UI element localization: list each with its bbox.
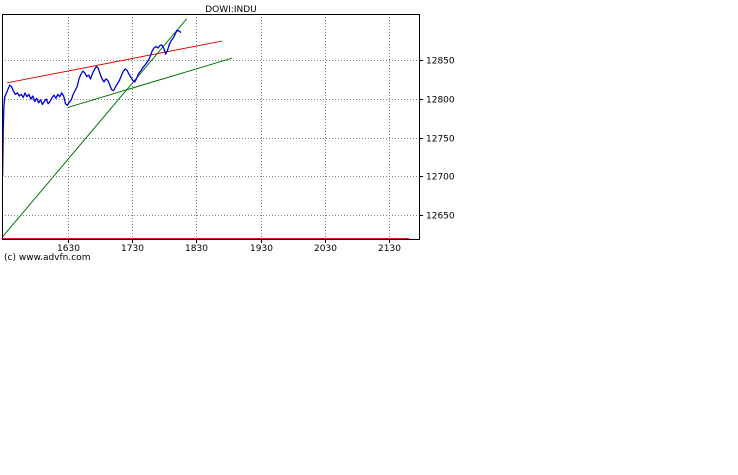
trend-line [7, 40, 223, 84]
trend-line [2, 18, 188, 238]
grid [2, 14, 419, 239]
y-tick-label: 12650 [426, 212, 455, 222]
copyright-notice: (c) www.advfn.com [4, 253, 91, 263]
axis-ticks: 1630 1730 1830 1930 2030 21301265012700127501… [57, 57, 455, 255]
series-line [1, 29, 182, 177]
x-tick-label: 1730 [121, 244, 144, 254]
x-tick-label: 1830 [185, 244, 208, 254]
chart: 1630 1730 1830 1930 2030 21301265012700127501… [1, 5, 455, 255]
price-series [1, 29, 182, 177]
chart-title: DOWI:INDU [205, 5, 257, 15]
y-tick-label: 12700 [426, 173, 455, 183]
x-tick-label: 1930 [250, 244, 273, 254]
x-tick-label: 2130 [378, 244, 401, 254]
trend-lines [2, 18, 410, 240]
y-tick-label: 12750 [426, 135, 455, 145]
trend-line [67, 57, 233, 109]
y-tick-label: 12850 [426, 57, 455, 67]
y-tick-label: 12800 [426, 96, 455, 106]
x-tick-label: 2030 [314, 244, 337, 254]
plot-frame [2, 14, 420, 240]
